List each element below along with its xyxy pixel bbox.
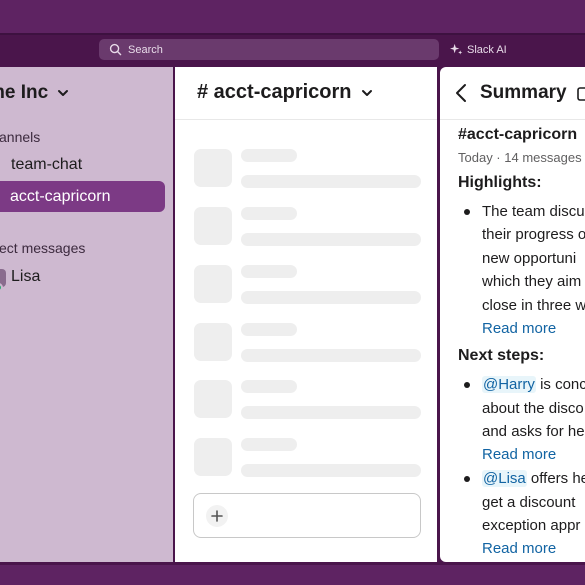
skeleton-line [241, 323, 297, 336]
next-step-text: offers he [526, 470, 585, 487]
channel-header: # acct-capricorn [175, 67, 437, 120]
bullet [464, 382, 470, 388]
mention-harry[interactable]: @Harry [482, 376, 536, 393]
search-icon [109, 43, 122, 56]
skeleton-line [241, 265, 297, 278]
next-step-line: @Lisa offers he [482, 467, 585, 491]
sparkle-icon [450, 43, 463, 55]
search-bar[interactable]: Search [99, 39, 439, 60]
read-more-link[interactable]: Read more [482, 320, 556, 337]
summary-channel-name: #acct-capricorn [458, 126, 578, 143]
skeleton-line [241, 175, 421, 188]
skeleton-line [241, 291, 421, 304]
bullet [464, 209, 470, 215]
skeleton-avatar [194, 438, 232, 476]
channel-title: # acct-capricorn [197, 81, 352, 103]
skeleton-line [241, 207, 297, 220]
open-in-window-icon[interactable] [577, 86, 585, 102]
highlight-line: their progress o [482, 226, 585, 243]
chevron-down-icon [58, 90, 69, 96]
next-step-line: @Harry is conc [482, 373, 585, 397]
skeleton-avatar [194, 149, 232, 187]
search-placeholder: Search [128, 43, 163, 56]
skeleton-avatar [194, 265, 232, 303]
summary-title: Summary [480, 82, 567, 103]
plus-icon [211, 510, 223, 522]
skeleton-line [241, 149, 297, 162]
summary-header: Summary [440, 67, 585, 120]
highlight-line: which they aim [482, 273, 582, 290]
summary-pane: Summary #acct-capricorn Today · 14 messa… [440, 67, 585, 562]
skeleton-line [241, 464, 421, 477]
sidebar-item-lisa[interactable]: Lisa [0, 266, 165, 292]
skeleton-avatar [194, 380, 232, 418]
slack-ai-label: Slack AI [467, 43, 507, 56]
slack-ai-button[interactable]: Slack AI [450, 40, 507, 59]
dm-label: Lisa [11, 268, 41, 285]
skeleton-avatar [194, 207, 232, 245]
sidebar-item-acct-capricorn[interactable]: acct-capricorn [0, 181, 165, 212]
sidebar-item-team-chat[interactable]: team-chat [11, 156, 82, 174]
chevron-left-icon[interactable] [454, 83, 468, 103]
skeleton-line [241, 380, 297, 393]
read-more-link[interactable]: Read more [482, 446, 556, 463]
skeleton-line [241, 406, 421, 419]
channels-section-header[interactable]: annels [0, 129, 40, 145]
sidebar: me Inc annels team-chat acct-capricorn e… [0, 67, 173, 562]
highlight-line: close in three w [482, 297, 585, 314]
next-step-line: and asks for he [482, 423, 585, 440]
workspace-name: me Inc [0, 82, 49, 103]
add-attachment-button[interactable] [206, 505, 228, 527]
dm-section-header[interactable]: ect messages [0, 240, 85, 256]
bullet [464, 476, 470, 482]
next-steps-heading: Next steps: [458, 347, 545, 364]
window-frame-top [0, 0, 585, 33]
skeleton-avatar [194, 323, 232, 361]
highlights-heading: Highlights: [458, 174, 542, 191]
read-more-link[interactable]: Read more [482, 540, 556, 557]
channel-pane: # acct-capricorn [175, 67, 437, 562]
chevron-down-icon [361, 89, 372, 96]
channel-title-button[interactable]: # acct-capricorn [197, 81, 374, 104]
highlight-line: new opportuni [482, 250, 577, 267]
message-composer[interactable] [193, 493, 421, 538]
skeleton-line [241, 349, 421, 362]
window-frame-bottom [0, 565, 585, 585]
mention-lisa[interactable]: @Lisa [482, 470, 527, 487]
summary-meta: Today · 14 messages [458, 150, 582, 165]
workspace-switcher[interactable]: me Inc [0, 82, 70, 104]
next-step-line: get a discount [482, 494, 576, 511]
skeleton-line [241, 438, 297, 451]
next-step-line: about the disco [482, 400, 584, 417]
skeleton-line [241, 233, 421, 246]
next-step-text: is conc [535, 376, 585, 393]
highlight-line: The team discu [482, 203, 585, 220]
next-step-line: exception appr [482, 517, 581, 534]
